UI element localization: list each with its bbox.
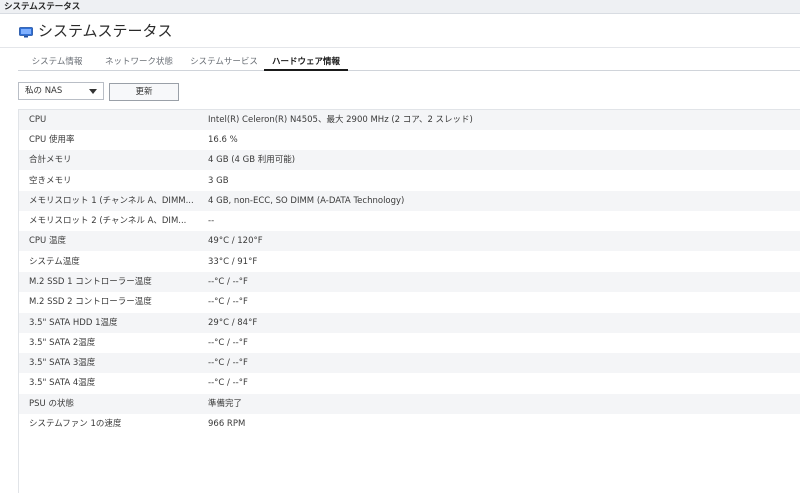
device-select-value: 私の NAS [25, 86, 63, 96]
page-header: システムステータス [0, 14, 800, 48]
table-row: システム温度 33°C / 91°F [19, 252, 800, 272]
row-label: 3.5" SATA 4温度 [29, 378, 96, 388]
table-row: メモリスロット 2 (チャンネル A、DIM... -- [19, 211, 800, 231]
table-row: CPU Intel(R) Celeron(R) N4505、最大 2900 MHz… [19, 110, 800, 130]
tab-system-services[interactable]: システムサービス [182, 55, 266, 71]
row-label: PSU の状態 [29, 399, 74, 409]
refresh-button[interactable]: 更新 [109, 83, 179, 101]
table-row: 合計メモリ 4 GB (4 GB 利用可能) [19, 150, 800, 170]
row-value: 4 GB (4 GB 利用可能) [208, 155, 296, 165]
page-title: システムステータス [38, 22, 173, 40]
row-label: CPU 温度 [29, 236, 66, 246]
row-value: 3 GB [208, 176, 229, 186]
row-label: M.2 SSD 1 コントローラー温度 [29, 277, 152, 287]
row-label: システム温度 [29, 257, 80, 267]
row-value: -- [208, 216, 215, 226]
row-value: 29°C / 84°F [208, 318, 258, 328]
row-value: --°C / --°F [208, 378, 248, 388]
row-value: 49°C / 120°F [208, 236, 263, 246]
row-value: 4 GB, non-ECC, SO DIMM (A-DATA Technolog… [208, 196, 405, 206]
row-value: 966 RPM [208, 419, 246, 429]
row-label: メモリスロット 1 (チャンネル A、DIMM... [29, 196, 194, 206]
table-row: メモリスロット 1 (チャンネル A、DIMM... 4 GB, non-ECC,… [19, 191, 800, 211]
table-row: M.2 SSD 2 コントローラー温度 --°C / --°F [19, 292, 800, 312]
table-row: 3.5" SATA 3温度 --°C / --°F [19, 353, 800, 373]
row-value: Intel(R) Celeron(R) N4505、最大 2900 MHz (2… [208, 115, 473, 125]
chevron-down-icon [89, 89, 97, 94]
row-label: 空きメモリ [29, 176, 72, 186]
table-row: システムファン 1の速度 966 RPM [19, 414, 800, 434]
row-label: 3.5" SATA 2温度 [29, 338, 96, 348]
table-row: 3.5" SATA 2温度 --°C / --°F [19, 333, 800, 353]
row-value: 準備完了 [208, 399, 243, 409]
row-label: CPU [29, 115, 47, 125]
table-row: 3.5" SATA 4温度 --°C / --°F [19, 373, 800, 393]
row-label: CPU 使用率 [29, 135, 75, 145]
tab-hardware-info[interactable]: ハードウェア情報 [264, 55, 348, 71]
tab-system-info[interactable]: システム情報 [18, 55, 96, 71]
table-row: 空きメモリ 3 GB [19, 171, 800, 191]
row-value: 16.6 % [208, 135, 238, 145]
row-label: メモリスロット 2 (チャンネル A、DIM... [29, 216, 187, 226]
table-row: M.2 SSD 1 コントローラー温度 --°C / --°F [19, 272, 800, 292]
row-label: 3.5" SATA HDD 1温度 [29, 318, 118, 328]
device-select[interactable]: 私の NAS [18, 82, 104, 100]
table-row: PSU の状態 準備完了 [19, 394, 800, 414]
row-label: M.2 SSD 2 コントローラー温度 [29, 297, 152, 307]
monitor-icon [19, 27, 33, 38]
row-value: --°C / --°F [208, 277, 248, 287]
table-row: 3.5" SATA HDD 1温度 29°C / 84°F [19, 313, 800, 333]
tab-network-status[interactable]: ネットワーク状態 [96, 55, 182, 71]
window-title: システムステータス [4, 2, 81, 12]
row-label: 合計メモリ [29, 155, 72, 165]
row-value: --°C / --°F [208, 297, 248, 307]
row-value: --°C / --°F [208, 338, 248, 348]
table-row: CPU 使用率 16.6 % [19, 130, 800, 150]
toolbar: 私の NAS 更新 [18, 82, 778, 102]
row-label: システムファン 1の速度 [29, 419, 122, 429]
row-value: 33°C / 91°F [208, 257, 258, 267]
hardware-info-table: CPU Intel(R) Celeron(R) N4505、最大 2900 MHz… [18, 109, 800, 493]
tab-bar: システム情報 ネットワーク状態 システムサービス ハードウェア情報 [18, 55, 800, 71]
table-row: CPU 温度 49°C / 120°F [19, 231, 800, 251]
row-label: 3.5" SATA 3温度 [29, 358, 96, 368]
window-titlebar: システムステータス [0, 0, 800, 14]
row-value: --°C / --°F [208, 358, 248, 368]
